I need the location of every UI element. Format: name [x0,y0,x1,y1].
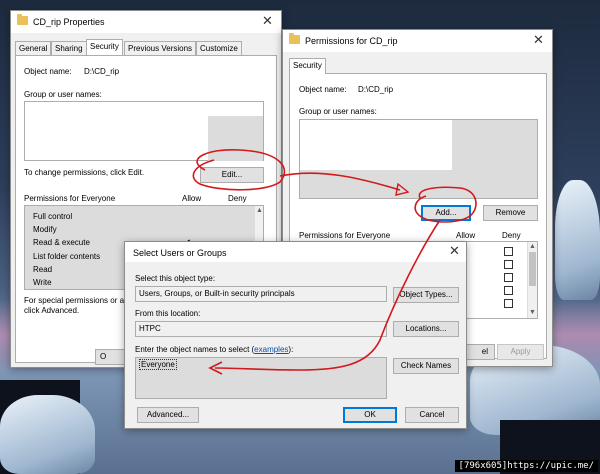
deny-column-label: Deny [228,194,247,203]
select-users-dialog: Select Users or Groups ✕ Select this obj… [124,241,467,429]
permission-row-label: Write [33,278,52,287]
close-icon[interactable]: ✕ [449,244,460,258]
allow-column-label: Allow [456,231,476,240]
dialog-title: Select Users or Groups [133,248,227,258]
scroll-up-icon[interactable]: ▲ [256,207,263,214]
object-type-field: Users, Groups, or Built-in security prin… [135,286,387,302]
group-names-label: Group or user names: [299,107,377,116]
permission-row-label: List folder contents [33,252,101,261]
group-names-label: Group or user names: [24,90,102,99]
permissions-titlebar[interactable]: Permissions for CD_rip ✕ [283,30,552,52]
edit-button[interactable]: Edit... [200,167,264,183]
deny-checkbox[interactable] [504,286,513,295]
folder-icon [17,14,28,25]
dialog-titlebar[interactable]: Select Users or Groups ✕ [125,242,466,262]
watermark: [796x605]https://upic.me/ [454,460,598,472]
enter-names-label: Enter the object names to select (exampl… [135,345,293,354]
examples-link[interactable]: examples [254,345,288,354]
location-label: From this location: [135,309,201,318]
permissions-for-label: Permissions for Everyone [24,194,116,203]
object-name-label: Object name: [24,67,72,76]
check-names-button[interactable]: Check Names [393,358,459,374]
change-permissions-text: To change permissions, click Edit. [24,168,145,177]
close-icon[interactable]: ✕ [533,33,544,47]
close-icon[interactable]: ✕ [262,14,273,28]
tab-security[interactable]: Security [289,58,326,74]
advanced-button[interactable]: Advanced... [137,407,199,423]
group-names-list[interactable] [299,119,538,199]
permission-row-label: Modify [33,225,57,234]
object-names-input[interactable]: Everyone [135,357,387,399]
permission-row-label: Full control [33,212,73,221]
ok-button[interactable]: OK [343,407,397,423]
special-permissions-text: For special permissions or ad [24,296,129,305]
click-advanced-text: click Advanced. [24,306,80,315]
list-scroll-area [208,116,263,161]
object-name-value: D:\CD_rip [84,67,120,76]
iceberg-right-small [555,180,600,300]
scroll-up-icon[interactable]: ▲ [529,243,536,250]
permission-row-label: Read [33,265,53,274]
permissions-scrollbar[interactable]: ▲ ▼ [527,242,537,318]
scroll-thumb[interactable] [529,252,536,286]
cancel-button[interactable]: Cancel [405,407,459,423]
deny-column-label: Deny [502,231,521,240]
remove-button[interactable]: Remove [483,205,538,221]
enter-names-label-end: ): [288,345,294,354]
list-blank-area [300,120,452,170]
group-names-list[interactable] [24,101,264,161]
enter-names-label-start: Enter the object names to select ( [135,345,255,354]
permissions-title: Permissions for CD_rip [305,36,398,46]
allow-column-label: Allow [182,194,202,203]
deny-checkbox[interactable] [504,247,513,256]
properties-title: CD_rip Properties [33,17,105,27]
tab-sharing[interactable]: Sharing [51,41,87,55]
tab-customize[interactable]: Customize [196,41,242,55]
add-button[interactable]: Add... [421,205,471,221]
location-field: HTPC [135,321,387,337]
deny-checkbox[interactable] [504,299,513,308]
object-type-label: Select this object type: [135,274,216,283]
apply-button[interactable]: Apply [497,344,544,360]
deny-checkbox[interactable] [504,260,513,269]
object-name-value: D:\CD_rip [358,85,394,94]
deny-checkbox[interactable] [504,273,513,282]
permission-row-label: Read & execute [33,238,90,247]
tab-general[interactable]: General [15,41,52,55]
object-types-button[interactable]: Object Types... [393,287,459,303]
properties-titlebar[interactable]: CD_rip Properties ✕ [11,11,281,33]
object-names-value: Everyone [139,359,177,370]
object-name-label: Object name: [299,85,347,94]
folder-icon [289,33,300,44]
tab-security[interactable]: Security [86,39,123,55]
scroll-down-icon[interactable]: ▼ [529,309,536,316]
tab-previous-versions[interactable]: Previous Versions [124,41,197,55]
permissions-for-label: Permissions for Everyone [299,231,391,240]
locations-button[interactable]: Locations... [393,321,459,337]
iceberg-left [0,395,95,474]
